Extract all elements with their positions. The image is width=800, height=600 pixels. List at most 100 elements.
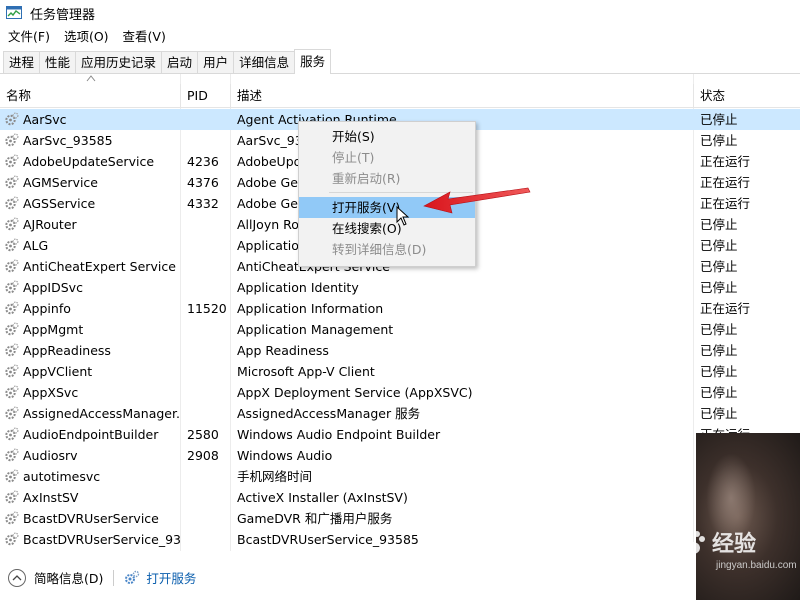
service-name-cell: ALG — [4, 235, 180, 256]
context-stop: 停止(T) — [332, 150, 375, 165]
watermark-cn: 经验 — [712, 532, 757, 557]
service-gear-icon — [5, 385, 19, 399]
service-name: Appinfo — [23, 301, 71, 316]
service-status: 已停止 — [700, 133, 738, 148]
tab-startup[interactable]: 启动 — [161, 51, 199, 73]
service-name-cell: BcastDVRUserService_93... — [4, 529, 180, 550]
mouse-cursor-icon — [396, 206, 410, 226]
service-name-cell: AJRouter — [4, 214, 180, 235]
tab-details[interactable]: 详细信息 — [233, 51, 296, 73]
table-row[interactable]: AudioEndpointBuilder 2580 Windows Audio En… — [0, 424, 800, 445]
service-pid: 4376 — [187, 175, 219, 190]
service-description: Windows Audio — [237, 448, 333, 463]
footer-divider — [113, 569, 115, 586]
column-header-pid[interactable]: PID — [180, 84, 230, 108]
table-row[interactable]: AppMgmt Application Management 已停止 — [0, 319, 800, 340]
service-pid — [187, 319, 231, 340]
tab-app-history[interactable]: 应用历史记录 — [75, 51, 163, 73]
service-name: AppVClient — [23, 364, 93, 379]
service-gear-icon — [5, 427, 19, 441]
service-pid — [187, 529, 231, 550]
open-services-link[interactable]: 打开服务 — [124, 568, 196, 587]
window-title: 任务管理器 — [30, 7, 96, 23]
service-name-cell: autotimesvc — [4, 466, 180, 487]
table-row[interactable]: AppIDSvc Application Identity 已停止 — [0, 277, 800, 298]
service-pid — [187, 361, 231, 382]
column-header-name[interactable]: 名称 — [0, 84, 180, 108]
menu-file[interactable]: 文件(F) — [2, 26, 56, 48]
services-gear-icon — [125, 570, 140, 584]
table-row[interactable]: Audiosrv2908Windows Audio正在运行 — [0, 445, 800, 466]
fewer-details-button[interactable]: 简略信息(D) — [8, 568, 103, 587]
service-gear-icon — [5, 511, 19, 525]
service-gear-icon — [5, 301, 19, 315]
paw-logo-icon — [682, 531, 705, 554]
service-name-cell: AssignedAccessManager... — [4, 403, 180, 424]
table-row[interactable]: AppReadiness App Readiness 已停止 — [0, 340, 800, 361]
service-status: 正在运行 — [700, 301, 751, 316]
service-name: AGSService — [23, 196, 96, 211]
service-gear-icon — [5, 322, 19, 336]
table-row[interactable]: AppVClient Microsoft App-V Client 已停止 — [0, 361, 800, 382]
service-pid: 4332 — [187, 196, 219, 211]
service-name: AppXSvc — [23, 385, 79, 400]
chevron-up-icon — [8, 568, 26, 587]
column-header-description[interactable]: 描述 — [230, 84, 693, 108]
service-gear-icon — [5, 490, 19, 504]
service-status: 已停止 — [700, 406, 738, 421]
service-status: 已停止 — [700, 364, 738, 379]
service-pid — [187, 277, 231, 298]
table-row[interactable]: AppXSvc AppX Deployment Service (AppXSVC)… — [0, 382, 800, 403]
service-status: 已停止 — [700, 322, 738, 337]
service-pid: 2908 — [187, 448, 219, 463]
watermark-url: jingyan.baidu.com — [716, 560, 797, 571]
table-row[interactable]: AssignedAccessManager... AssignedAccessMa… — [0, 403, 800, 424]
tab-processes[interactable]: 进程 — [3, 51, 41, 73]
service-description: App Readiness — [237, 343, 329, 358]
tab-services[interactable]: 服务 — [294, 49, 332, 74]
service-name: AxInstSV — [23, 490, 79, 505]
table-row[interactable]: AxInstSVActiveX Installer (AxInstSV)已停止 — [0, 487, 800, 508]
service-name-cell: BcastDVRUserService — [4, 508, 180, 529]
context-start[interactable]: 开始(S) — [299, 126, 475, 147]
menu-options[interactable]: 选项(O) — [58, 26, 115, 48]
service-pid: 2580 — [187, 427, 219, 442]
table-row[interactable]: autotimesvc手机网络时间已停止 — [0, 466, 800, 487]
service-gear-icon — [5, 343, 19, 357]
service-description: AssignedAccessManager 服务 — [237, 406, 421, 421]
service-pid — [187, 340, 231, 361]
service-name-cell: AxInstSV — [4, 487, 180, 508]
service-name: AppReadiness — [23, 343, 111, 358]
service-name: AarSvc — [23, 112, 67, 127]
service-pid — [187, 214, 231, 235]
open-services-label: 打开服务 — [146, 571, 197, 586]
service-status: 已停止 — [700, 343, 738, 358]
tab-users[interactable]: 用户 — [197, 51, 235, 73]
service-name-cell: AudioEndpointBuilder — [4, 424, 180, 445]
service-status: 正在运行 — [700, 154, 751, 169]
service-name: AarSvc_93585 — [23, 133, 113, 148]
column-header-status[interactable]: 状态 — [693, 84, 800, 108]
service-status: 已停止 — [700, 217, 738, 232]
tab-performance[interactable]: 性能 — [39, 51, 77, 73]
service-description: AppX Deployment Service (AppXSVC) — [237, 385, 473, 400]
service-name: BcastDVRUserService — [23, 511, 159, 526]
red-arrow-annotation — [423, 187, 531, 214]
table-row[interactable]: Appinfo 11520 Application Information 正在运行 — [0, 298, 800, 319]
service-gear-icon — [5, 469, 19, 483]
service-pid — [187, 487, 231, 508]
menu-view[interactable]: 查看(V) — [117, 26, 172, 48]
service-description: Application Management — [237, 322, 394, 337]
task-manager-icon — [6, 6, 22, 20]
service-pid — [187, 109, 231, 130]
service-name-cell: AntiCheatExpert Service — [4, 256, 180, 277]
service-pid — [187, 256, 231, 277]
service-name: AppMgmt — [23, 322, 84, 337]
service-status: 已停止 — [700, 385, 738, 400]
service-status: 正在运行 — [700, 175, 751, 190]
service-gear-icon — [5, 448, 19, 462]
service-name: BcastDVRUserService_93... — [23, 532, 180, 547]
service-name-cell: AppReadiness — [4, 340, 180, 361]
service-name: AdobeUpdateService — [23, 154, 155, 169]
context-search-online[interactable]: 在线搜索(O) — [299, 218, 475, 239]
